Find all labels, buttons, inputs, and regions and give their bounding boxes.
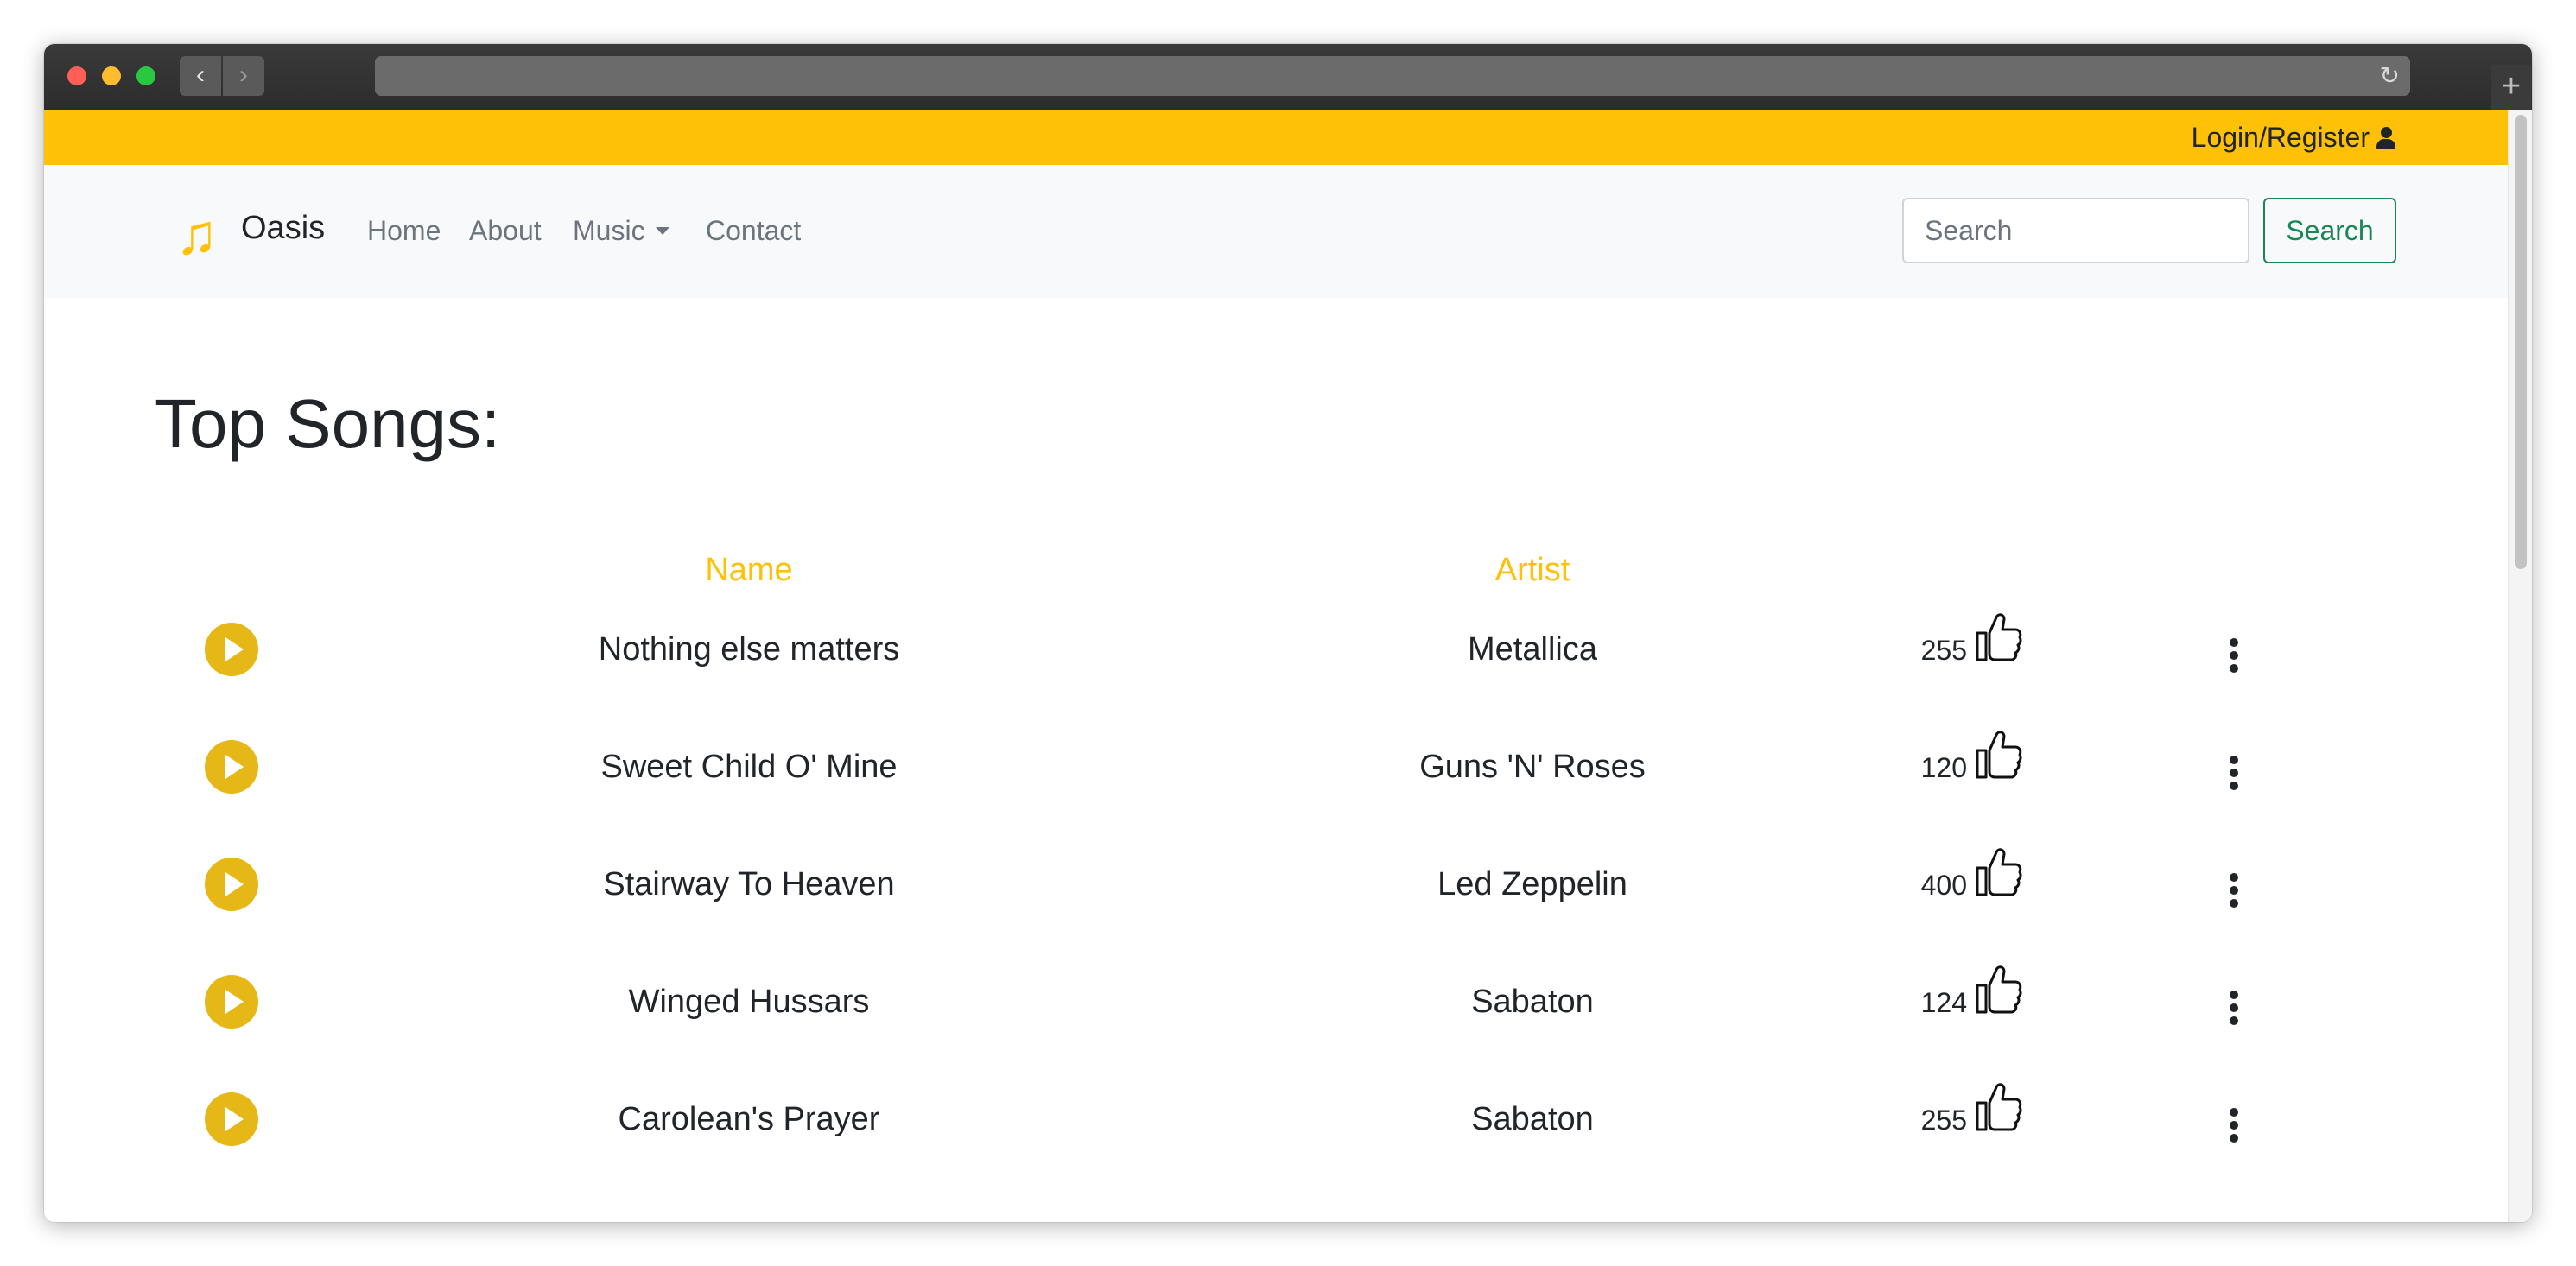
page-title: Top Songs: [155,385,501,462]
thumbs-up-icon[interactable] [1972,726,2024,782]
brand-name[interactable]: Oasis [241,210,325,247]
web-page: Login/Register ♫ Oasis Home About Music … [44,110,2508,1222]
browser-toolbar: ‹ › ↻ + [44,44,2532,110]
maximize-window-button[interactable] [136,66,155,85]
top-bar: Login/Register [44,110,2508,165]
nav-contact[interactable]: Contact [706,215,801,247]
plus-icon: + [2501,68,2522,104]
song-artist: Guns 'N' Roses [1419,749,1646,785]
song-artist: Sabaton [1471,1101,1594,1137]
thumbs-up-icon[interactable] [1972,961,2024,1016]
user-icon [2376,127,2395,149]
back-button[interactable]: ‹ [180,56,221,96]
song-name: Sweet Child O' Mine [600,749,898,785]
play-icon[interactable] [205,1092,258,1146]
play-icon[interactable] [205,740,258,794]
nav-music-dropdown[interactable]: Music [573,215,669,247]
thumbs-up-icon[interactable] [1972,844,2024,899]
more-options-icon[interactable] [2229,1108,2239,1143]
song-name: Carolean's Prayer [618,1101,880,1137]
like-count: 124 [1920,987,1967,1018]
minimize-window-button[interactable] [102,66,121,85]
table-row: Stairway To Heaven Led Zeppelin 400 [44,833,2508,951]
play-icon[interactable] [205,975,258,1029]
song-name: Stairway To Heaven [603,866,895,902]
like-count: 255 [1920,635,1967,666]
more-options-icon[interactable] [2229,873,2239,908]
more-options-icon[interactable] [2229,991,2239,1025]
song-artist: Led Zeppelin [1437,866,1627,902]
column-header-artist: Artist [1494,552,1570,588]
search-button[interactable]: Search [2263,198,2396,263]
chevron-right-icon: › [239,60,248,89]
like-count: 400 [1920,870,1967,901]
table-row: Carolean's Prayer Sabaton 255 [44,1068,2508,1186]
close-window-button[interactable] [67,66,86,85]
like-count: 120 [1920,752,1967,783]
scrollbar-thumb[interactable] [2515,115,2527,569]
vertical-scrollbar[interactable] [2508,110,2532,1222]
new-tab-button[interactable]: + [2491,65,2531,110]
table-row: Nothing else matters Metallica 255 [44,598,2508,716]
table-row: Sweet Child O' Mine Guns 'N' Roses 120 [44,716,2508,833]
song-artist: Metallica [1468,631,1597,668]
navbar: ♫ Oasis Home About Music Contact Search [44,165,2508,298]
play-icon[interactable] [205,858,258,911]
song-name: Winged Hussars [628,984,870,1020]
column-header-name: Name [705,552,793,588]
login-register-link[interactable]: Login/Register [2192,122,2395,154]
search-input[interactable] [1902,198,2249,263]
more-options-icon[interactable] [2229,756,2239,790]
chevron-left-icon: ‹ [196,60,205,89]
play-icon[interactable] [205,623,258,676]
nav-home[interactable]: Home [367,215,441,247]
nav-music-label: Music [573,215,645,246]
login-register-label: Login/Register [2191,122,2370,153]
caret-down-icon [655,227,669,235]
more-options-icon[interactable] [2229,638,2239,673]
song-name: Nothing else matters [598,631,900,668]
browser-window: ‹ › ↻ + Login/Register ♫ Oasis Home Abou… [44,44,2532,1222]
like-count: 255 [1920,1105,1967,1136]
address-bar[interactable]: ↻ [375,56,2410,96]
song-artist: Sabaton [1471,984,1594,1020]
reload-icon[interactable]: ↻ [2380,61,2400,91]
thumbs-up-icon[interactable] [1972,1079,2024,1134]
table-row: Winged Hussars Sabaton 124 [44,951,2508,1068]
forward-button[interactable]: › [223,56,264,96]
music-note-icon[interactable]: ♫ [175,203,219,265]
nav-about[interactable]: About [469,215,542,247]
thumbs-up-icon[interactable] [1972,609,2024,664]
